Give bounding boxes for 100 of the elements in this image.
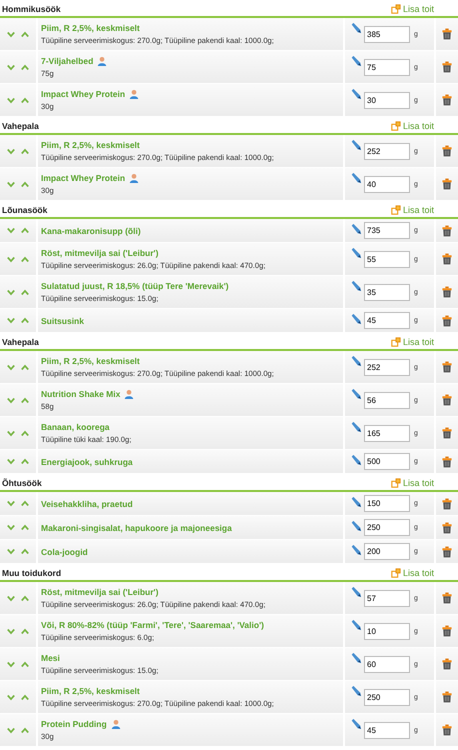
move-up-icon[interactable] (21, 524, 29, 531)
trash-icon[interactable] (442, 427, 452, 439)
food-name-link[interactable]: Sulatatud juust, R 18,5% (tüüp Tere 'Merevaik') (41, 280, 229, 290)
pencil-icon[interactable] (350, 139, 362, 151)
amount-field[interactable]: 385 (364, 26, 410, 42)
food-name-link[interactable]: Või, R 80%-82% (tüüp 'Farmi', 'Tere', 'Saaremaa', 'Valio') (41, 620, 264, 630)
amount-field[interactable]: 45 (364, 312, 410, 329)
amount-field[interactable]: 252 (364, 358, 410, 376)
amount-field[interactable]: 35 (364, 284, 410, 300)
amount-field[interactable]: 30 (364, 92, 410, 108)
move-up-icon[interactable] (21, 548, 29, 555)
food-name-link[interactable]: Cola-joogid (41, 546, 88, 556)
amount-field[interactable]: 150 (364, 495, 410, 512)
trash-icon[interactable] (442, 224, 452, 236)
pencil-icon[interactable] (350, 496, 362, 508)
move-down-icon[interactable] (7, 180, 15, 188)
trash-icon[interactable] (442, 61, 452, 73)
pencil-icon[interactable] (350, 223, 362, 235)
trash-icon[interactable] (442, 145, 452, 157)
pencil-icon[interactable] (350, 718, 362, 730)
pencil-icon[interactable] (350, 172, 362, 184)
add-food-link[interactable]: Lisa toit (390, 336, 434, 346)
trash-icon[interactable] (442, 456, 452, 468)
trash-icon[interactable] (442, 625, 452, 637)
move-up-icon[interactable] (21, 726, 29, 734)
amount-field[interactable]: 56 (364, 392, 410, 408)
trash-icon[interactable] (442, 546, 452, 558)
pencil-icon[interactable] (350, 652, 362, 664)
move-up-icon[interactable] (21, 430, 29, 436)
food-name-link[interactable]: Piim, R 2,5%, keskmiselt (41, 686, 140, 696)
pencil-icon[interactable] (350, 388, 362, 400)
move-down-icon[interactable] (7, 288, 15, 296)
move-down-icon[interactable] (7, 430, 15, 436)
pencil-icon[interactable] (350, 520, 362, 532)
trash-icon[interactable] (442, 498, 452, 510)
food-name-link[interactable]: Mesi (41, 652, 60, 662)
move-down-icon[interactable] (7, 148, 15, 154)
food-name-link[interactable]: Kana-makaronisupp (õli) (41, 226, 141, 236)
trash-icon[interactable] (442, 522, 452, 534)
food-name-link[interactable]: Impact Whey Protein (41, 88, 126, 98)
food-name-link[interactable]: Energiajook, suhkruga (41, 456, 133, 466)
move-down-icon[interactable] (7, 227, 15, 234)
food-name-link[interactable]: Piim, R 2,5%, keskmiselt (41, 140, 140, 150)
trash-icon[interactable] (442, 253, 452, 265)
pencil-icon[interactable] (350, 619, 362, 631)
move-up-icon[interactable] (21, 500, 29, 507)
move-up-icon[interactable] (21, 694, 29, 700)
trash-icon[interactable] (442, 724, 452, 736)
trash-icon[interactable] (442, 592, 452, 604)
move-up-icon[interactable] (21, 628, 29, 634)
pencil-icon[interactable] (350, 454, 362, 466)
amount-field[interactable]: 10 (364, 622, 410, 640)
move-up-icon[interactable] (21, 660, 29, 668)
amount-field[interactable]: 75 (364, 58, 410, 76)
move-up-icon[interactable] (21, 96, 29, 104)
add-food-link[interactable]: Lisa toit (390, 204, 434, 214)
pencil-icon[interactable] (350, 685, 362, 697)
move-up-icon[interactable] (21, 594, 29, 602)
move-down-icon[interactable] (7, 64, 15, 70)
trash-icon[interactable] (442, 28, 452, 40)
move-down-icon[interactable] (7, 317, 15, 324)
trash-icon[interactable] (442, 94, 452, 106)
trash-icon[interactable] (442, 691, 452, 703)
move-up-icon[interactable] (21, 288, 29, 296)
food-name-link[interactable]: Veisehakkliha, praetud (41, 498, 133, 508)
amount-field[interactable]: 250 (364, 688, 410, 706)
food-name-link[interactable]: Röst, mitmevilja sai ('Leibur') (41, 248, 158, 258)
move-up-icon[interactable] (21, 256, 29, 262)
food-name-link[interactable]: Banaan, koorega (41, 422, 110, 432)
food-name-link[interactable]: Suitsusink (41, 316, 84, 326)
move-up-icon[interactable] (21, 148, 29, 154)
pencil-icon[interactable] (350, 247, 362, 259)
food-name-link[interactable]: Piim, R 2,5%, keskmiselt (41, 22, 140, 32)
trash-icon[interactable] (442, 314, 452, 326)
move-down-icon[interactable] (7, 96, 15, 104)
amount-field[interactable]: 500 (364, 453, 410, 470)
move-up-icon[interactable] (21, 180, 29, 188)
move-up-icon[interactable] (21, 364, 29, 370)
move-down-icon[interactable] (7, 500, 15, 507)
amount-field[interactable]: 165 (364, 424, 410, 442)
amount-field[interactable]: 200 (364, 543, 410, 560)
pencil-icon[interactable] (350, 586, 362, 598)
move-down-icon[interactable] (7, 548, 15, 555)
pencil-icon[interactable] (350, 280, 362, 292)
pencil-icon[interactable] (350, 55, 362, 67)
trash-icon[interactable] (442, 178, 452, 190)
food-name-link[interactable]: Impact Whey Protein (41, 172, 126, 182)
amount-field[interactable]: 735 (364, 222, 410, 239)
pencil-icon[interactable] (350, 88, 362, 100)
move-down-icon[interactable] (7, 256, 15, 262)
amount-field[interactable]: 252 (364, 142, 410, 160)
move-down-icon[interactable] (7, 524, 15, 531)
move-up-icon[interactable] (21, 227, 29, 234)
move-down-icon[interactable] (7, 594, 15, 602)
add-food-link[interactable]: Lisa toit (390, 120, 434, 130)
move-up-icon[interactable] (21, 30, 29, 38)
add-food-link[interactable]: Lisa toit (390, 4, 434, 14)
move-down-icon[interactable] (7, 30, 15, 38)
move-down-icon[interactable] (7, 396, 15, 404)
trash-icon[interactable] (442, 361, 452, 373)
